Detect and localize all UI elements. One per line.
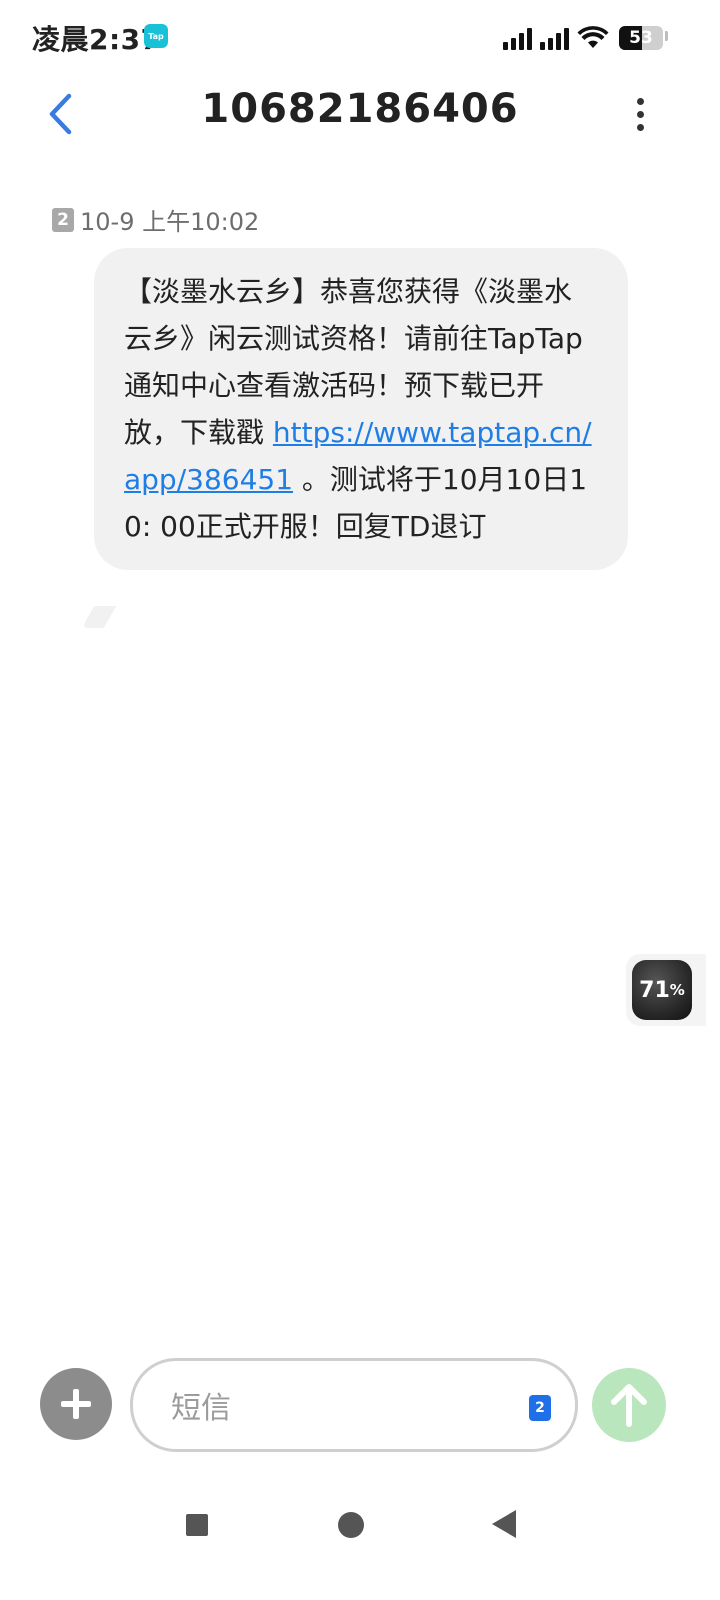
attach-button[interactable] <box>40 1368 112 1440</box>
status-bar: 凌晨2:37 Tap 53 <box>0 0 720 72</box>
send-button[interactable] <box>592 1368 666 1442</box>
floating-widget-percent-sign: % <box>669 981 685 999</box>
message-input[interactable]: 短信 2 <box>130 1358 578 1452</box>
more-options-button[interactable] <box>616 90 664 138</box>
signal-icon <box>540 28 569 50</box>
home-icon[interactable] <box>338 1512 364 1538</box>
more-vertical-icon <box>636 97 644 105</box>
sim-select-button[interactable]: 2 <box>529 1395 551 1421</box>
floating-widget-avatar: 71% <box>632 960 692 1020</box>
floating-ball-widget[interactable]: 71% <box>626 954 706 1026</box>
plus-icon <box>61 1389 91 1419</box>
more-vertical-icon <box>636 123 644 131</box>
taptap-app-icon: Tap <box>144 24 168 48</box>
system-nav-bar <box>0 1490 720 1560</box>
wifi-icon <box>577 26 609 48</box>
sim-slot-badge: 2 <box>52 207 74 232</box>
message-timestamp: 10-9 上午10:02 <box>80 208 260 236</box>
battery-cap <box>665 31 668 41</box>
signal-icon <box>503 28 532 50</box>
bubble-tail <box>81 606 117 628</box>
send-arrow-icon <box>611 1384 647 1427</box>
floating-widget-value: 71 <box>639 977 670 1003</box>
battery-icon: 53 <box>619 26 663 50</box>
more-vertical-icon <box>636 110 644 118</box>
message-meta: 2 10-9 上午10:02 <box>52 202 259 237</box>
messaging-screen: 凌晨2:37 Tap 53 10682186406 2 10-9 上午10:02… <box>0 0 720 1600</box>
message-bubble[interactable]: 【淡墨水云乡】恭喜您获得《淡墨水云乡》闲云测试资格！请前往TapTap通知中心查… <box>94 248 628 570</box>
conversation-header: 10682186406 <box>0 72 720 156</box>
nav-back-icon[interactable] <box>492 1510 516 1538</box>
recents-icon[interactable] <box>186 1514 208 1536</box>
contact-number: 10682186406 <box>201 86 519 132</box>
status-icons: 53 <box>503 22 668 50</box>
status-time: 凌晨2:37 <box>32 23 161 56</box>
message-input-placeholder: 短信 <box>171 1391 231 1426</box>
battery-level: 53 <box>629 28 653 48</box>
